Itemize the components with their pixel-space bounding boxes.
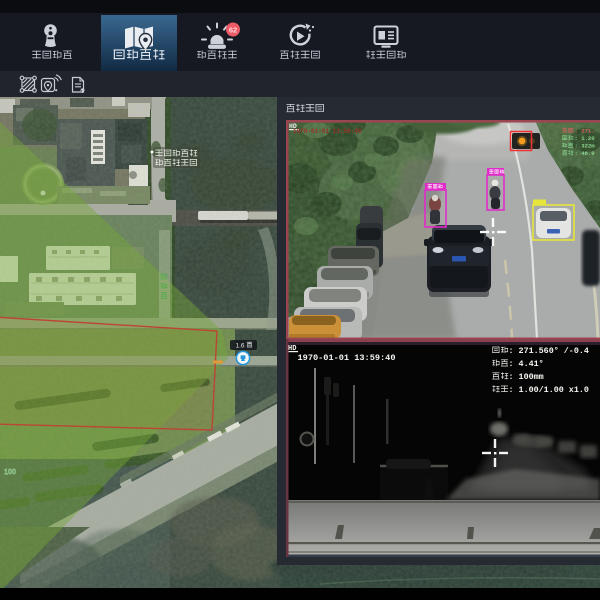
svg-text:: 1.00/1.00 x1.0: : 1.00/1.00 x1.0: [509, 385, 589, 395]
svg-text:: 1.20: : 1.20: [575, 135, 596, 142]
svg-text:: 322m: : 322m: [575, 143, 596, 150]
svg-text:1970-01-01 13:59:40: 1970-01-01 13:59:40: [298, 353, 396, 363]
svg-text:1.6: 1.6: [235, 343, 244, 350]
svg-text:: 100mm: : 100mm: [509, 372, 544, 382]
svg-text:100: 100: [4, 469, 16, 476]
svg-text:: 46.0: : 46.0: [575, 150, 596, 157]
svg-text:1970-01-01 13:59:40: 1970-01-01 13:59:40: [293, 128, 362, 135]
svg-text:: 271.560° /-0.4: : 271.560° /-0.4: [509, 346, 589, 356]
svg-text:: 4.41°: : 4.41°: [509, 359, 544, 369]
svg-text:: 271.: : 271.: [575, 128, 595, 135]
